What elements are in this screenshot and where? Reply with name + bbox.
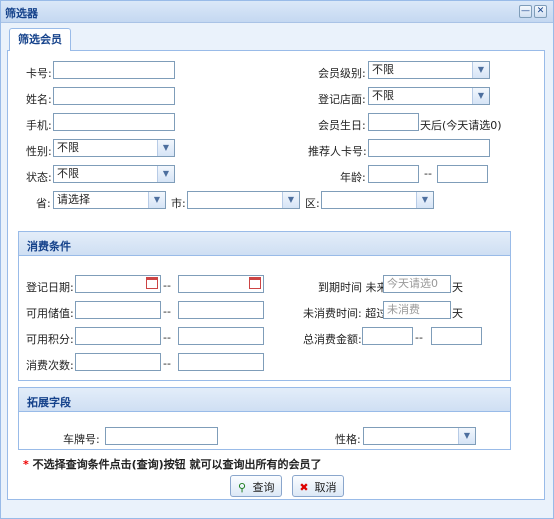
balance-min-input[interactable] (75, 301, 161, 319)
tab-filter-member[interactable]: 筛选会员 (9, 28, 71, 51)
plate-label: 车牌号: (63, 433, 100, 446)
calendar-icon[interactable] (146, 277, 158, 289)
card-label: 卡号: (26, 67, 52, 80)
gender-select[interactable]: 不限 ▼ (53, 139, 175, 157)
level-select[interactable]: 不限 ▼ (368, 61, 490, 79)
status-select[interactable]: 不限 ▼ (53, 165, 175, 183)
extend-section-title: 拓展字段 (19, 388, 510, 412)
province-label: 省: (36, 197, 51, 210)
chevron-down-icon[interactable]: ▼ (282, 192, 299, 208)
card-input[interactable] (53, 61, 175, 79)
window-title: 筛选器 (5, 7, 38, 20)
range-separator: -- (163, 331, 171, 344)
personality-label: 性格: (335, 433, 361, 446)
range-separator: -- (424, 167, 432, 180)
gender-label: 性别: (26, 145, 52, 158)
age-label: 年龄: (340, 171, 366, 184)
reg-date-start-input[interactable] (75, 275, 161, 293)
cancel-button-label: 取消 (314, 481, 337, 494)
referrer-label: 推荐人卡号: (308, 145, 367, 158)
query-button-label: 查询 (252, 481, 275, 494)
expire-days-input[interactable]: 今天请选0 (383, 275, 451, 293)
no-consume-input[interactable]: 未消费 (383, 301, 451, 319)
expire-label: 到期时间 未来 (318, 281, 388, 294)
total-min-input[interactable] (362, 327, 413, 345)
status-value: 不限 (57, 167, 79, 180)
count-min-input[interactable] (75, 353, 161, 371)
balance-label: 可用储值: (26, 307, 74, 320)
close-icon[interactable]: ✕ (534, 5, 547, 18)
age-min-input[interactable] (368, 165, 419, 183)
days-unit: 天 (452, 307, 463, 320)
hint-text: 不选择查询条件点击(查询)按钮 就可以查询出所有的会员了 (28, 458, 322, 471)
cancel-icon: ✖ (299, 481, 309, 494)
reg-date-end-input[interactable] (178, 275, 264, 293)
title-bar: 筛选器 — ✕ (1, 1, 553, 23)
district-label: 区: (305, 197, 320, 210)
range-separator: -- (163, 305, 171, 318)
calendar-icon[interactable] (249, 277, 261, 289)
points-max-input[interactable] (178, 327, 264, 345)
reg-date-label: 登记日期: (26, 281, 74, 294)
phone-input[interactable] (53, 113, 175, 131)
chevron-down-icon[interactable]: ▼ (157, 140, 174, 156)
balance-max-input[interactable] (178, 301, 264, 319)
chevron-down-icon[interactable]: ▼ (157, 166, 174, 182)
level-label: 会员级别: (318, 67, 366, 80)
birthday-suffix: 天后(今天请选0) (420, 119, 502, 132)
no-consume-label: 未消费时间: 超过 (303, 307, 388, 320)
province-select[interactable]: 请选择 ▼ (53, 191, 166, 209)
personality-select[interactable]: ▼ (363, 427, 476, 445)
store-select[interactable]: 不限 ▼ (368, 87, 490, 105)
chevron-down-icon[interactable]: ▼ (458, 428, 475, 444)
minimize-icon[interactable]: — (519, 5, 532, 18)
gender-value: 不限 (57, 141, 79, 154)
district-select[interactable]: ▼ (321, 191, 434, 209)
consume-section-title: 消费条件 (19, 232, 510, 256)
total-max-input[interactable] (431, 327, 482, 345)
total-label: 总消费金额: (303, 333, 362, 346)
count-label: 消费次数: (26, 359, 74, 372)
range-separator: -- (163, 279, 171, 292)
store-value: 不限 (372, 89, 394, 102)
chevron-down-icon[interactable]: ▼ (416, 192, 433, 208)
age-max-input[interactable] (437, 165, 488, 183)
birthday-days-input[interactable] (368, 113, 419, 131)
count-max-input[interactable] (178, 353, 264, 371)
range-separator: -- (163, 357, 171, 370)
plate-input[interactable] (105, 427, 218, 445)
chevron-down-icon[interactable]: ▼ (148, 192, 165, 208)
points-label: 可用积分: (26, 333, 74, 346)
status-label: 状态: (26, 171, 52, 184)
name-label: 姓名: (26, 93, 52, 106)
level-value: 不限 (372, 63, 394, 76)
search-icon: ⚲ (237, 481, 247, 494)
query-button[interactable]: ⚲ 查询 (230, 475, 282, 497)
phone-label: 手机: (26, 119, 52, 132)
name-input[interactable] (53, 87, 175, 105)
chevron-down-icon[interactable]: ▼ (472, 88, 489, 104)
birthday-label: 会员生日: (318, 119, 366, 132)
days-unit: 天 (452, 281, 463, 294)
chevron-down-icon[interactable]: ▼ (472, 62, 489, 78)
referrer-input[interactable] (368, 139, 490, 157)
city-label: 市: (171, 197, 186, 210)
filter-window: 筛选器 — ✕ 筛选会员 卡号: 姓名: 手机: 性别: 不限 ▼ 状态: 不限… (0, 0, 554, 519)
store-label: 登记店面: (318, 93, 366, 106)
city-select[interactable]: ▼ (187, 191, 300, 209)
hint-note: * 不选择查询条件点击(查询)按钮 就可以查询出所有的会员了 (23, 456, 321, 472)
province-value: 请选择 (57, 193, 90, 206)
cancel-button[interactable]: ✖ 取消 (292, 475, 344, 497)
points-min-input[interactable] (75, 327, 161, 345)
range-separator: -- (415, 331, 423, 344)
